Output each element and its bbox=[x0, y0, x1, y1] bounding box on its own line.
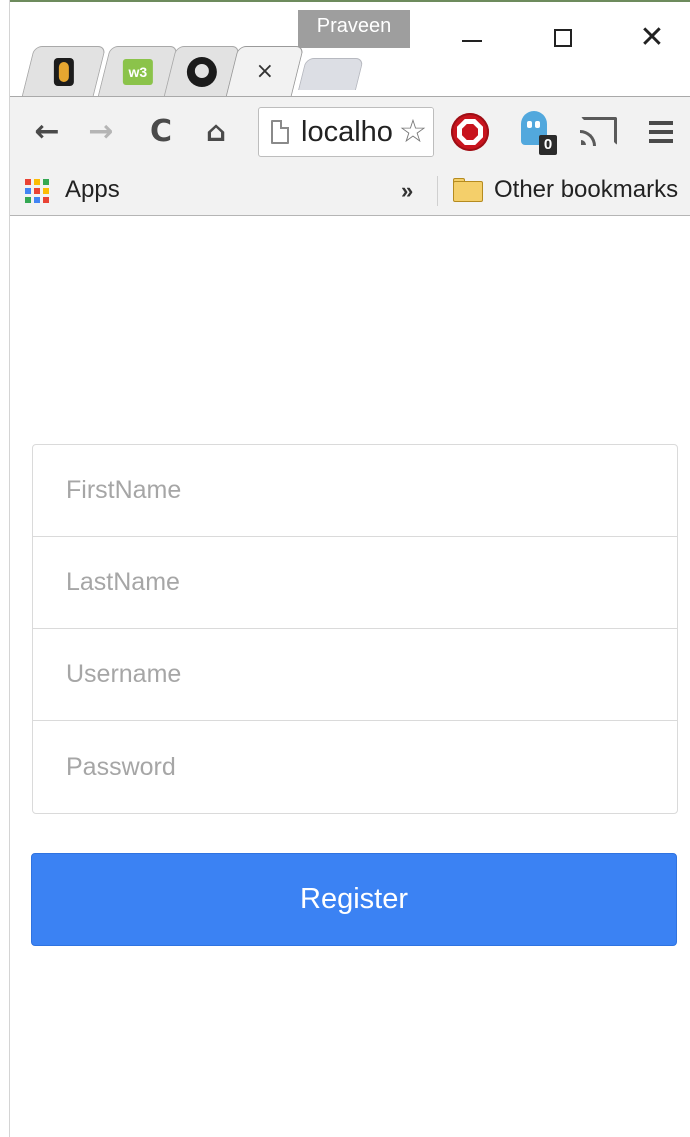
bookmarks-overflow-chevron-icon[interactable]: » bbox=[401, 166, 413, 214]
page-content: Register bbox=[10, 216, 690, 1137]
title-bar-accent-line bbox=[9, 0, 690, 2]
forward-arrow-icon: → bbox=[88, 113, 114, 149]
w3-icon: w3 bbox=[122, 58, 153, 85]
extension-badge: 0 bbox=[539, 135, 557, 155]
minimize-button[interactable] bbox=[452, 18, 492, 58]
register-button[interactable]: Register bbox=[31, 853, 677, 946]
forward-button[interactable]: → bbox=[81, 109, 121, 153]
folder-icon[interactable] bbox=[453, 178, 483, 202]
lastname-input[interactable] bbox=[33, 537, 677, 629]
password-input[interactable] bbox=[33, 721, 677, 813]
reload-icon: C bbox=[149, 113, 173, 149]
browser-window: Praveen ✕ w3 × ← → C ⌂ localhost: ☆ 0 Ap… bbox=[0, 0, 690, 1137]
back-button[interactable]: ← bbox=[27, 109, 67, 153]
maximize-icon bbox=[554, 29, 572, 47]
home-icon: ⌂ bbox=[205, 114, 227, 148]
apps-grid-square bbox=[25, 179, 31, 185]
new-tab-button[interactable] bbox=[298, 58, 364, 90]
back-arrow-icon: ← bbox=[34, 113, 60, 149]
ghostery-extension-icon[interactable]: 0 bbox=[519, 111, 557, 155]
apps-grid-square bbox=[43, 188, 49, 194]
bookmarks-separator bbox=[437, 176, 438, 206]
apps-grid-square bbox=[43, 197, 49, 203]
page-icon bbox=[271, 120, 289, 144]
menu-icon[interactable] bbox=[649, 121, 673, 143]
apps-grid-icon[interactable] bbox=[25, 179, 49, 203]
apps-grid-square bbox=[43, 179, 49, 185]
apps-grid-square bbox=[25, 188, 31, 194]
apps-grid-square bbox=[34, 197, 40, 203]
apps-bookmark[interactable]: Apps bbox=[65, 166, 120, 214]
apps-grid-square bbox=[25, 197, 31, 203]
tab-active[interactable]: × bbox=[225, 46, 305, 96]
minimize-icon bbox=[462, 40, 482, 42]
tab-tampermonkey[interactable] bbox=[21, 46, 107, 96]
apps-grid-square bbox=[34, 179, 40, 185]
reload-button[interactable]: C bbox=[141, 109, 181, 153]
other-bookmarks-folder[interactable]: Other bookmarks bbox=[494, 166, 678, 214]
username-input[interactable] bbox=[33, 629, 677, 721]
adblock-extension-icon[interactable] bbox=[451, 113, 489, 151]
github-icon bbox=[186, 56, 217, 87]
tampermonkey-icon bbox=[53, 57, 74, 86]
address-bar[interactable]: localhost: ☆ bbox=[258, 107, 434, 157]
profile-badge[interactable]: Praveen bbox=[298, 10, 410, 48]
firstname-input[interactable] bbox=[33, 445, 677, 537]
window-left-border bbox=[0, 0, 10, 1137]
apps-grid-square bbox=[34, 188, 40, 194]
close-window-button[interactable]: ✕ bbox=[632, 18, 672, 58]
close-icon: ✕ bbox=[639, 20, 665, 55]
browser-toolbar: ← → C ⌂ localhost: ☆ 0 bbox=[9, 96, 690, 166]
title-bar: Praveen ✕ w3 × bbox=[0, 0, 690, 96]
tab-close-icon[interactable]: × bbox=[256, 59, 274, 84]
bookmark-star-icon[interactable]: ☆ bbox=[393, 108, 433, 156]
bookmarks-bar: Apps » Other bookmarks bbox=[9, 166, 690, 216]
home-button[interactable]: ⌂ bbox=[196, 109, 236, 153]
maximize-button[interactable] bbox=[543, 18, 583, 58]
registration-form bbox=[32, 444, 678, 814]
cast-icon[interactable] bbox=[580, 117, 617, 146]
